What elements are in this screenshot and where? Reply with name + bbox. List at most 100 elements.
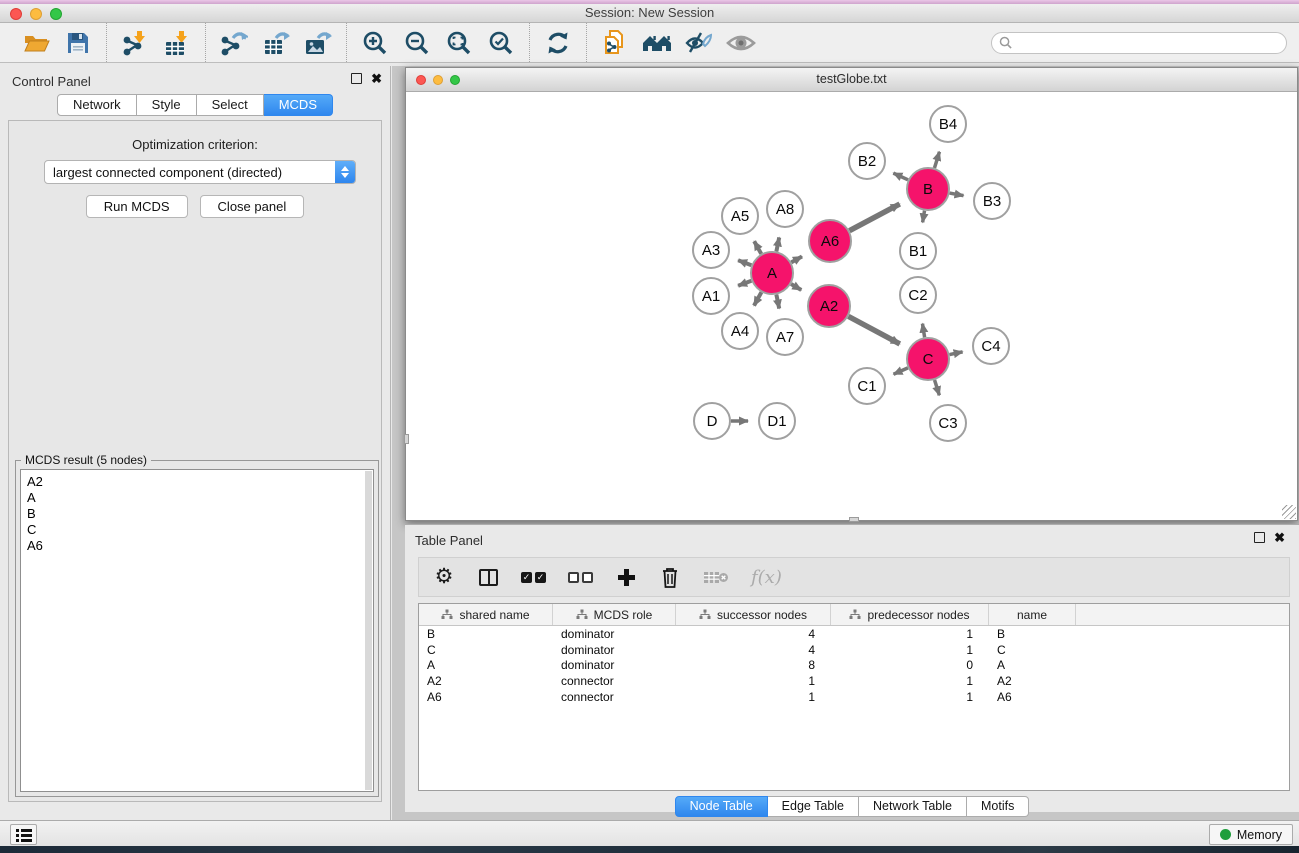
float-panel-icon[interactable] — [351, 73, 362, 84]
delete-column-button[interactable] — [659, 564, 681, 590]
network-window: testGlobe.txt AA1A2A3A4A5A6A7A8BB1B2B3B4… — [405, 67, 1298, 521]
minimize-window-button[interactable] — [30, 8, 42, 20]
column-header-predecessor-nodes[interactable]: predecessor nodes — [831, 604, 989, 625]
graph-edge-B-B1[interactable] — [923, 211, 925, 223]
tab-mcds[interactable]: MCDS — [264, 94, 333, 116]
save-session-button[interactable] — [57, 27, 99, 59]
close-window-button[interactable] — [10, 8, 22, 20]
table-cell: A6 — [419, 690, 553, 704]
result-scrollbar[interactable] — [365, 471, 372, 790]
tab-style[interactable]: Style — [137, 94, 197, 116]
bottom-scroll-gripper[interactable] — [849, 517, 859, 522]
mcds-result-item[interactable]: A2 — [27, 474, 373, 490]
import-network-button[interactable] — [114, 27, 156, 59]
table-row[interactable]: Bdominator41B — [419, 626, 1289, 642]
add-column-button[interactable] — [615, 564, 637, 590]
network-window-titlebar[interactable]: testGlobe.txt — [406, 68, 1297, 92]
graph-edge-A2-C[interactable] — [848, 316, 899, 344]
graph-edge-A-A5[interactable] — [754, 241, 761, 254]
column-header-successor-nodes[interactable]: successor nodes — [676, 604, 831, 625]
home-view-button[interactable] — [636, 27, 678, 59]
tab-motifs[interactable]: Motifs — [967, 796, 1029, 817]
close-panel-icon[interactable]: ✖ — [371, 73, 382, 84]
tab-network-table[interactable]: Network Table — [859, 796, 967, 817]
tab-node-table[interactable]: Node Table — [675, 796, 768, 817]
table-row[interactable]: Cdominator41C — [419, 642, 1289, 658]
graph-edge-A-A8[interactable] — [776, 237, 779, 251]
refresh-button[interactable] — [537, 27, 579, 59]
zoom-selected-button[interactable] — [480, 27, 522, 59]
run-mcds-button[interactable]: Run MCDS — [86, 195, 188, 218]
zoom-out-button[interactable] — [396, 27, 438, 59]
deselect-all-button[interactable] — [568, 564, 593, 590]
refresh-icon — [545, 30, 571, 56]
hide-style-button[interactable] — [678, 27, 720, 59]
table-row[interactable]: A6connector11A6 — [419, 689, 1289, 705]
show-details-button[interactable] — [720, 27, 762, 59]
network-close-button[interactable] — [416, 75, 426, 85]
zoom-fit-icon — [446, 30, 472, 56]
graph-edge-A-A1[interactable] — [738, 281, 751, 286]
graph-edge-A-A7[interactable] — [776, 295, 779, 309]
node-table[interactable]: shared nameMCDS rolesuccessor nodesprede… — [418, 603, 1290, 791]
export-image-button[interactable] — [297, 27, 339, 59]
graph-node-label: C2 — [908, 287, 927, 304]
graph-edge-C-C3[interactable] — [935, 380, 940, 395]
left-scroll-gripper[interactable] — [404, 434, 409, 444]
mcds-result-item[interactable]: A6 — [27, 538, 373, 554]
tab-edge-table[interactable]: Edge Table — [768, 796, 859, 817]
export-network-button[interactable] — [213, 27, 255, 59]
zoom-window-button[interactable] — [50, 8, 62, 20]
float-table-panel-icon[interactable] — [1254, 532, 1265, 543]
graph-edge-C-C1[interactable] — [894, 368, 908, 374]
graph-edge-A-A4[interactable] — [754, 292, 761, 305]
mcds-result-list[interactable]: A2ABCA6 — [20, 469, 374, 792]
open-file-button[interactable] — [15, 27, 57, 59]
column-header-MCDS-role[interactable]: MCDS role — [553, 604, 676, 625]
show-column-button[interactable] — [477, 564, 499, 590]
close-table-panel-icon[interactable]: ✖ — [1274, 532, 1285, 543]
table-toolbar: ⚙ ✓✓ — [418, 557, 1290, 597]
clone-network-button[interactable] — [594, 27, 636, 59]
table-row[interactable]: A2connector11A2 — [419, 673, 1289, 689]
delete-table-button[interactable] — [703, 564, 729, 590]
graph-node-label: D — [707, 413, 718, 430]
zoom-in-button[interactable] — [354, 27, 396, 59]
network-minimize-button[interactable] — [433, 75, 443, 85]
import-table-button[interactable] — [156, 27, 198, 59]
function-builder-button[interactable]: f(x) — [751, 564, 782, 590]
mcds-result-item[interactable]: B — [27, 506, 373, 522]
column-header-name[interactable]: name — [989, 604, 1076, 625]
memory-button[interactable]: Memory — [1209, 824, 1293, 845]
criterion-select[interactable]: largest connected component (directed) — [44, 160, 356, 184]
column-settings-button[interactable]: ⚙ — [433, 564, 455, 590]
select-all-button[interactable]: ✓✓ — [521, 564, 546, 590]
table-row[interactable]: Adominator80A — [419, 657, 1289, 673]
graph-edge-B-B3[interactable] — [950, 193, 964, 196]
graph-edge-A-A6[interactable] — [791, 256, 802, 262]
search-input[interactable] — [1012, 36, 1279, 50]
mcds-result-item[interactable]: A — [27, 490, 373, 506]
graph-edge-A-A3[interactable] — [738, 260, 751, 265]
mcds-result-item[interactable]: C — [27, 522, 373, 538]
tab-select[interactable]: Select — [197, 94, 264, 116]
search-field[interactable] — [991, 32, 1287, 54]
main-toolbar — [0, 23, 1299, 63]
graph-edge-C-C4[interactable] — [950, 352, 963, 355]
network-zoom-button[interactable] — [450, 75, 460, 85]
graph-edge-B-B4[interactable] — [934, 152, 939, 168]
graph-edge-B-B2[interactable] — [893, 173, 908, 180]
table-cell: 1 — [676, 690, 831, 704]
graph-edge-A6-B[interactable] — [849, 204, 899, 231]
resize-grip-icon[interactable] — [1282, 505, 1296, 519]
export-table-button[interactable] — [255, 27, 297, 59]
task-history-button[interactable] — [10, 824, 37, 845]
network-canvas[interactable]: AA1A2A3A4A5A6A7A8BB1B2B3B4CC1C2C3C4DD1 — [406, 92, 1297, 520]
column-header-shared-name[interactable]: shared name — [419, 604, 553, 625]
graph-edge-C-C2[interactable] — [922, 324, 924, 338]
tab-network[interactable]: Network — [57, 94, 137, 116]
zoom-fit-button[interactable] — [438, 27, 480, 59]
table-cell: 4 — [676, 627, 831, 641]
graph-edge-A-A2[interactable] — [791, 284, 801, 290]
close-panel-button[interactable]: Close panel — [200, 195, 305, 218]
